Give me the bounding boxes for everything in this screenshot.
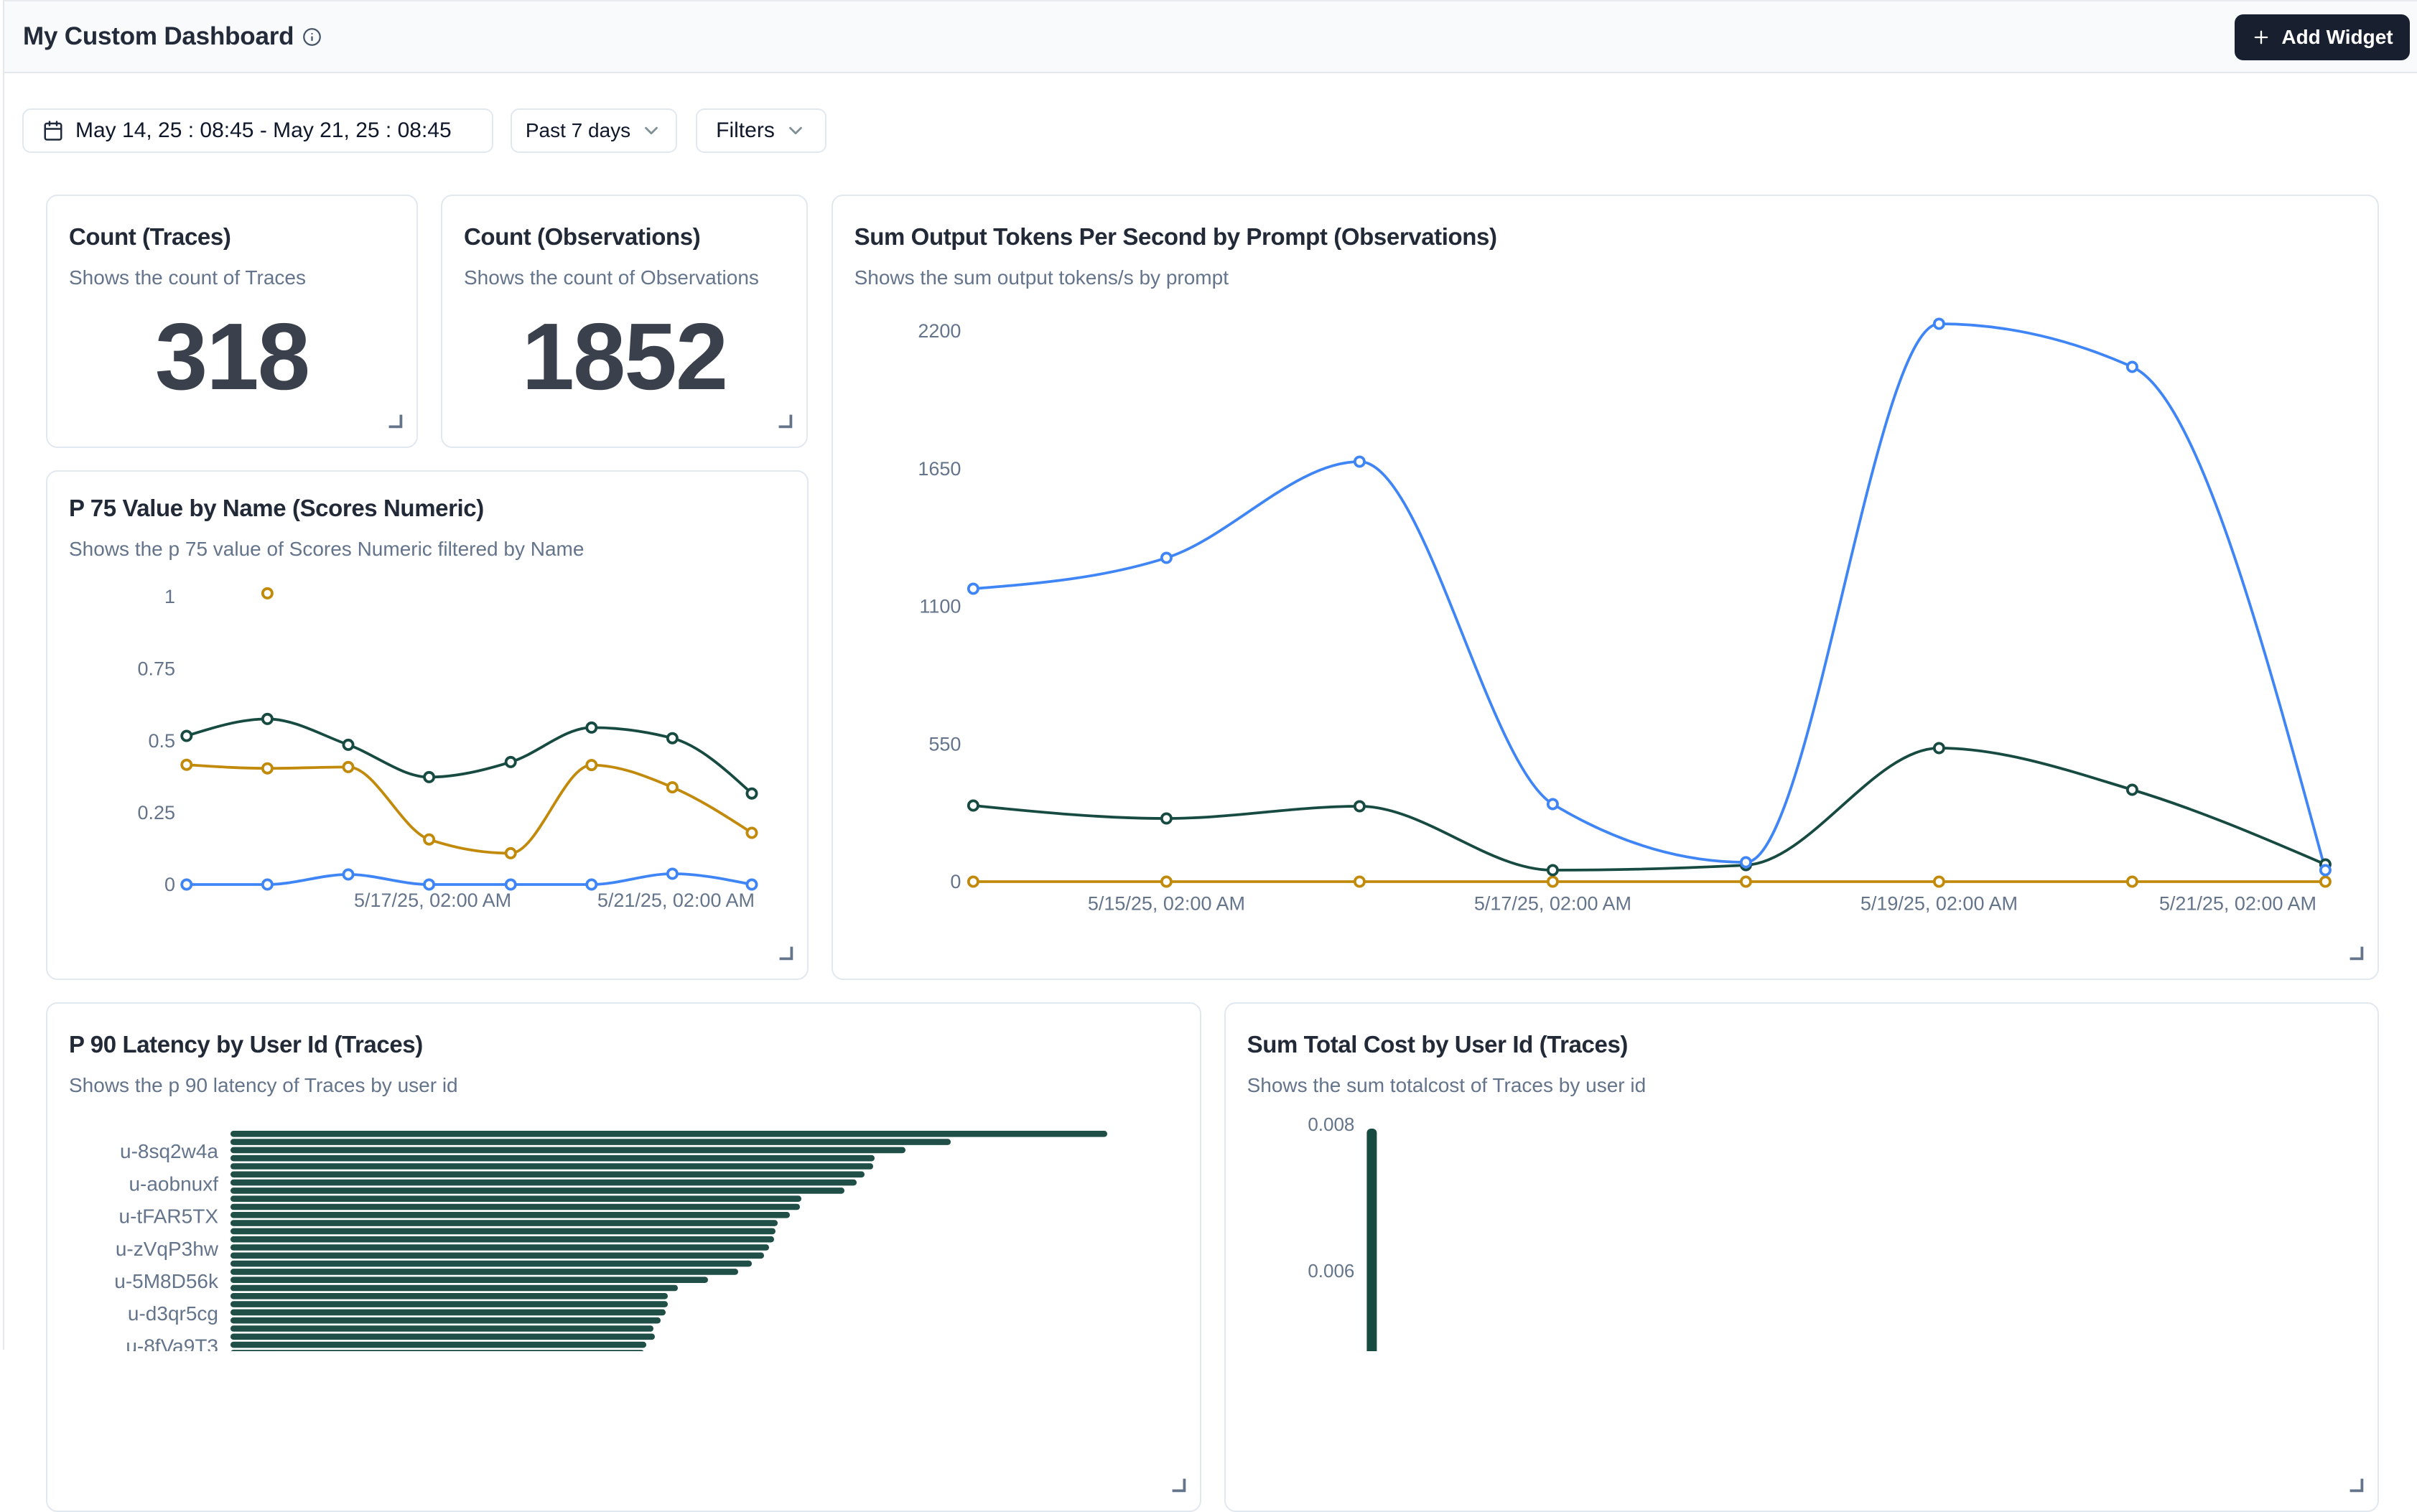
svg-text:2200: 2200 <box>918 320 961 342</box>
svg-text:1100: 1100 <box>919 596 961 617</box>
svg-text:u-zVqP3hw: u-zVqP3hw <box>116 1238 219 1260</box>
svg-text:u-tFAR5TX: u-tFAR5TX <box>119 1205 219 1228</box>
svg-text:1: 1 <box>164 586 175 607</box>
svg-text:0: 0 <box>164 874 175 895</box>
svg-text:0.5: 0.5 <box>148 730 175 752</box>
svg-text:0.25: 0.25 <box>137 802 175 823</box>
svg-text:u-8sq2w4a: u-8sq2w4a <box>120 1140 218 1162</box>
svg-text:0.75: 0.75 <box>137 658 175 679</box>
svg-text:5/17/25, 02:00 AM: 5/17/25, 02:00 AM <box>1473 892 1631 914</box>
svg-text:u-d3qr5cg: u-d3qr5cg <box>128 1302 218 1325</box>
svg-text:5/17/25, 02:00 AM: 5/17/25, 02:00 AM <box>354 890 511 911</box>
svg-text:0: 0 <box>950 871 961 892</box>
svg-text:550: 550 <box>928 733 961 755</box>
svg-text:0.006: 0.006 <box>1308 1260 1354 1282</box>
svg-text:5/21/25, 02:00 AM: 5/21/25, 02:00 AM <box>597 890 755 911</box>
svg-text:5/21/25, 02:00 AM: 5/21/25, 02:00 AM <box>2158 892 2316 914</box>
svg-text:5/15/25, 02:00 AM: 5/15/25, 02:00 AM <box>1087 892 1244 914</box>
svg-text:u-8fVa9T3: u-8fVa9T3 <box>126 1335 218 1351</box>
svg-text:1650: 1650 <box>918 458 961 480</box>
svg-text:0.008: 0.008 <box>1308 1114 1354 1135</box>
svg-text:5/19/25, 02:00 AM: 5/19/25, 02:00 AM <box>1860 892 2017 914</box>
svg-text:u-aobnuxf: u-aobnuxf <box>129 1172 218 1195</box>
svg-text:u-5M8D56k: u-5M8D56k <box>114 1270 219 1292</box>
